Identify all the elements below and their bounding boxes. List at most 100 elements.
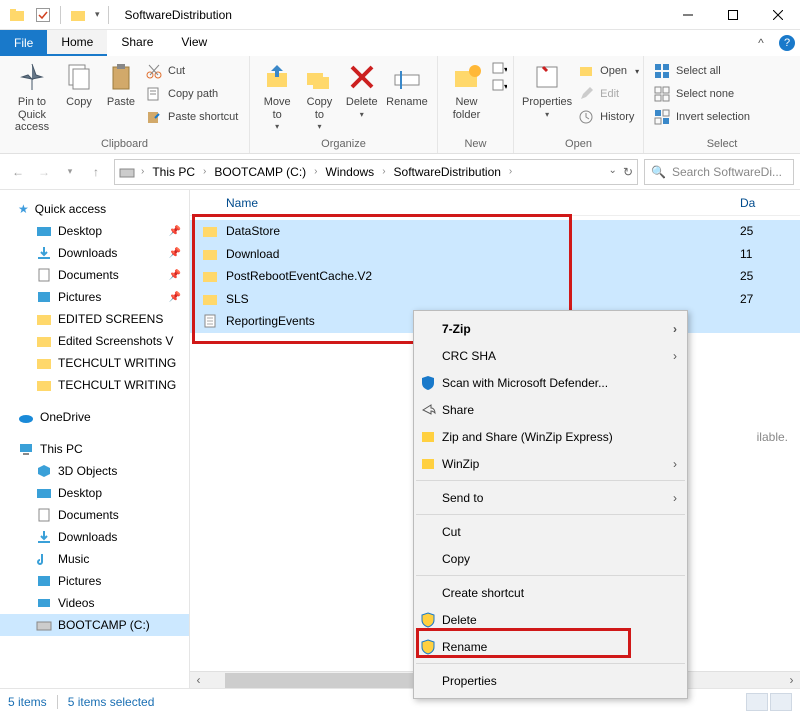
pin-quick-access-button[interactable]: Pin to Quick access bbox=[6, 59, 58, 136]
nav-documents[interactable]: Documents📌 bbox=[0, 264, 189, 286]
checkbox-icon[interactable] bbox=[34, 6, 52, 24]
search-placeholder: Search SoftwareDi... bbox=[672, 165, 782, 179]
forward-button[interactable]: → bbox=[32, 160, 56, 184]
rename-button[interactable]: Rename bbox=[383, 59, 431, 111]
ctx-defender[interactable]: Scan with Microsoft Defender... bbox=[414, 369, 687, 396]
nav-pictures2[interactable]: Pictures bbox=[0, 570, 189, 592]
history-button[interactable]: History bbox=[574, 107, 643, 127]
collapse-ribbon-icon[interactable]: ^ bbox=[748, 30, 774, 56]
select-group-label: Select bbox=[644, 138, 800, 153]
recent-locations-button[interactable]: ▾ bbox=[58, 160, 82, 184]
ctx-crcsha[interactable]: CRC SHA› bbox=[414, 342, 687, 369]
shield-admin-icon bbox=[420, 639, 436, 655]
close-button[interactable] bbox=[755, 0, 800, 30]
nav-documents2[interactable]: Documents bbox=[0, 504, 189, 526]
shield-icon bbox=[420, 375, 436, 391]
quick-access[interactable]: ★Quick access bbox=[0, 198, 189, 220]
svg-text:▾: ▾ bbox=[504, 82, 507, 91]
nav-downloads2[interactable]: Downloads bbox=[0, 526, 189, 548]
select-all-button[interactable]: Select all bbox=[650, 61, 754, 81]
column-date[interactable]: Da bbox=[740, 196, 800, 210]
copy-path-button[interactable]: Copy path bbox=[142, 84, 242, 104]
open-group-label: Open bbox=[514, 138, 643, 153]
shield-admin-icon bbox=[420, 612, 436, 628]
ctx-share[interactable]: Share bbox=[414, 396, 687, 423]
column-name[interactable]: Name bbox=[224, 196, 740, 210]
view-tab[interactable]: View bbox=[167, 30, 221, 56]
nav-techcult[interactable]: TECHCULT WRITING bbox=[0, 352, 189, 374]
address-dropdown-icon[interactable]: ⌄ bbox=[609, 165, 617, 179]
context-menu: 7-Zip› CRC SHA› Scan with Microsoft Defe… bbox=[413, 310, 688, 699]
list-item[interactable]: PostRebootEventCache.V225 bbox=[190, 265, 800, 288]
list-item[interactable]: Download11 bbox=[190, 243, 800, 266]
large-icons-view-icon[interactable] bbox=[770, 693, 792, 711]
window-title: SoftwareDistribution bbox=[117, 8, 232, 22]
ctx-winzip[interactable]: WinZip› bbox=[414, 450, 687, 477]
maximize-button[interactable] bbox=[710, 0, 755, 30]
nav-thispc[interactable]: This PC bbox=[0, 438, 189, 460]
nav-edited-screens2[interactable]: Edited Screenshots V bbox=[0, 330, 189, 352]
crumb-bootcamp[interactable]: BOOTCAMP (C:) bbox=[212, 165, 308, 179]
title-bar: ▾ SoftwareDistribution bbox=[0, 0, 800, 30]
properties-button[interactable]: Properties▾ bbox=[520, 59, 574, 121]
ctx-sendto[interactable]: Send to› bbox=[414, 484, 687, 511]
nav-downloads[interactable]: Downloads📌 bbox=[0, 242, 189, 264]
folder-icon bbox=[8, 6, 26, 24]
nav-edited-screens[interactable]: EDITED SCREENS bbox=[0, 308, 189, 330]
up-button[interactable]: ↑ bbox=[84, 160, 108, 184]
edit-button[interactable]: Edit bbox=[574, 84, 643, 104]
easy-access-icon[interactable]: ▾ bbox=[491, 78, 507, 92]
list-item[interactable]: SLS27 bbox=[190, 288, 800, 311]
ctx-rename[interactable]: Rename bbox=[414, 633, 687, 660]
ctx-create-shortcut[interactable]: Create shortcut bbox=[414, 579, 687, 606]
search-box[interactable]: 🔍 Search SoftwareDi... bbox=[644, 159, 794, 185]
minimize-button[interactable] bbox=[665, 0, 710, 30]
folder-icon bbox=[202, 291, 218, 307]
help-button[interactable]: ? bbox=[774, 30, 800, 56]
ctx-zipshare[interactable]: Zip and Share (WinZip Express) bbox=[414, 423, 687, 450]
column-headers[interactable]: Name Da bbox=[190, 190, 800, 216]
crumb-thispc[interactable]: This PC bbox=[150, 165, 197, 179]
paste-shortcut-button[interactable]: Paste shortcut bbox=[142, 107, 242, 127]
ctx-delete[interactable]: Delete bbox=[414, 606, 687, 633]
refresh-icon[interactable]: ↻ bbox=[623, 165, 633, 179]
nav-techcult2[interactable]: TECHCULT WRITING bbox=[0, 374, 189, 396]
list-item[interactable]: DataStore25 bbox=[190, 220, 800, 243]
copy-button[interactable]: Copy bbox=[58, 59, 100, 111]
navigation-pane[interactable]: ★Quick access Desktop📌 Downloads📌 Docume… bbox=[0, 190, 190, 688]
ctx-copy[interactable]: Copy bbox=[414, 545, 687, 572]
organize-group-label: Organize bbox=[250, 138, 437, 153]
cut-button[interactable]: Cut bbox=[142, 61, 242, 81]
nav-videos[interactable]: Videos bbox=[0, 592, 189, 614]
nav-onedrive[interactable]: OneDrive bbox=[0, 406, 189, 428]
open-button[interactable]: Open▾ bbox=[574, 61, 643, 81]
address-bar[interactable]: › This PC› BOOTCAMP (C:)› Windows› Softw… bbox=[114, 159, 638, 185]
search-icon: 🔍 bbox=[651, 165, 666, 179]
details-view-icon[interactable] bbox=[746, 693, 768, 711]
copy-to-button[interactable]: Copy to▾ bbox=[298, 59, 340, 133]
paste-button[interactable]: Paste bbox=[100, 59, 142, 111]
move-to-button[interactable]: Move to▾ bbox=[256, 59, 298, 133]
crumb-windows[interactable]: Windows bbox=[324, 165, 377, 179]
file-tab[interactable]: File bbox=[0, 30, 47, 56]
nav-desktop[interactable]: Desktop📌 bbox=[0, 220, 189, 242]
back-button[interactable]: ← bbox=[6, 160, 30, 184]
share-tab[interactable]: Share bbox=[107, 30, 167, 56]
winzip-icon bbox=[420, 429, 436, 445]
new-folder-button[interactable]: New folder bbox=[444, 59, 489, 123]
nav-music[interactable]: Music bbox=[0, 548, 189, 570]
qat-dropdown[interactable]: ▾ bbox=[95, 9, 100, 20]
home-tab[interactable]: Home bbox=[47, 30, 107, 56]
select-none-button[interactable]: Select none bbox=[650, 84, 754, 104]
ctx-7zip[interactable]: 7-Zip› bbox=[414, 315, 687, 342]
nav-pictures[interactable]: Pictures📌 bbox=[0, 286, 189, 308]
ctx-properties[interactable]: Properties bbox=[414, 667, 687, 694]
new-item-icon[interactable]: ▾ bbox=[491, 61, 507, 75]
crumb-softwaredist[interactable]: SoftwareDistribution bbox=[392, 165, 503, 179]
nav-desktop2[interactable]: Desktop bbox=[0, 482, 189, 504]
nav-bootcamp[interactable]: BOOTCAMP (C:) bbox=[0, 614, 189, 636]
ctx-cut[interactable]: Cut bbox=[414, 518, 687, 545]
invert-selection-button[interactable]: Invert selection bbox=[650, 107, 754, 127]
delete-button[interactable]: Delete▾ bbox=[341, 59, 383, 121]
nav-3dobjects[interactable]: 3D Objects bbox=[0, 460, 189, 482]
